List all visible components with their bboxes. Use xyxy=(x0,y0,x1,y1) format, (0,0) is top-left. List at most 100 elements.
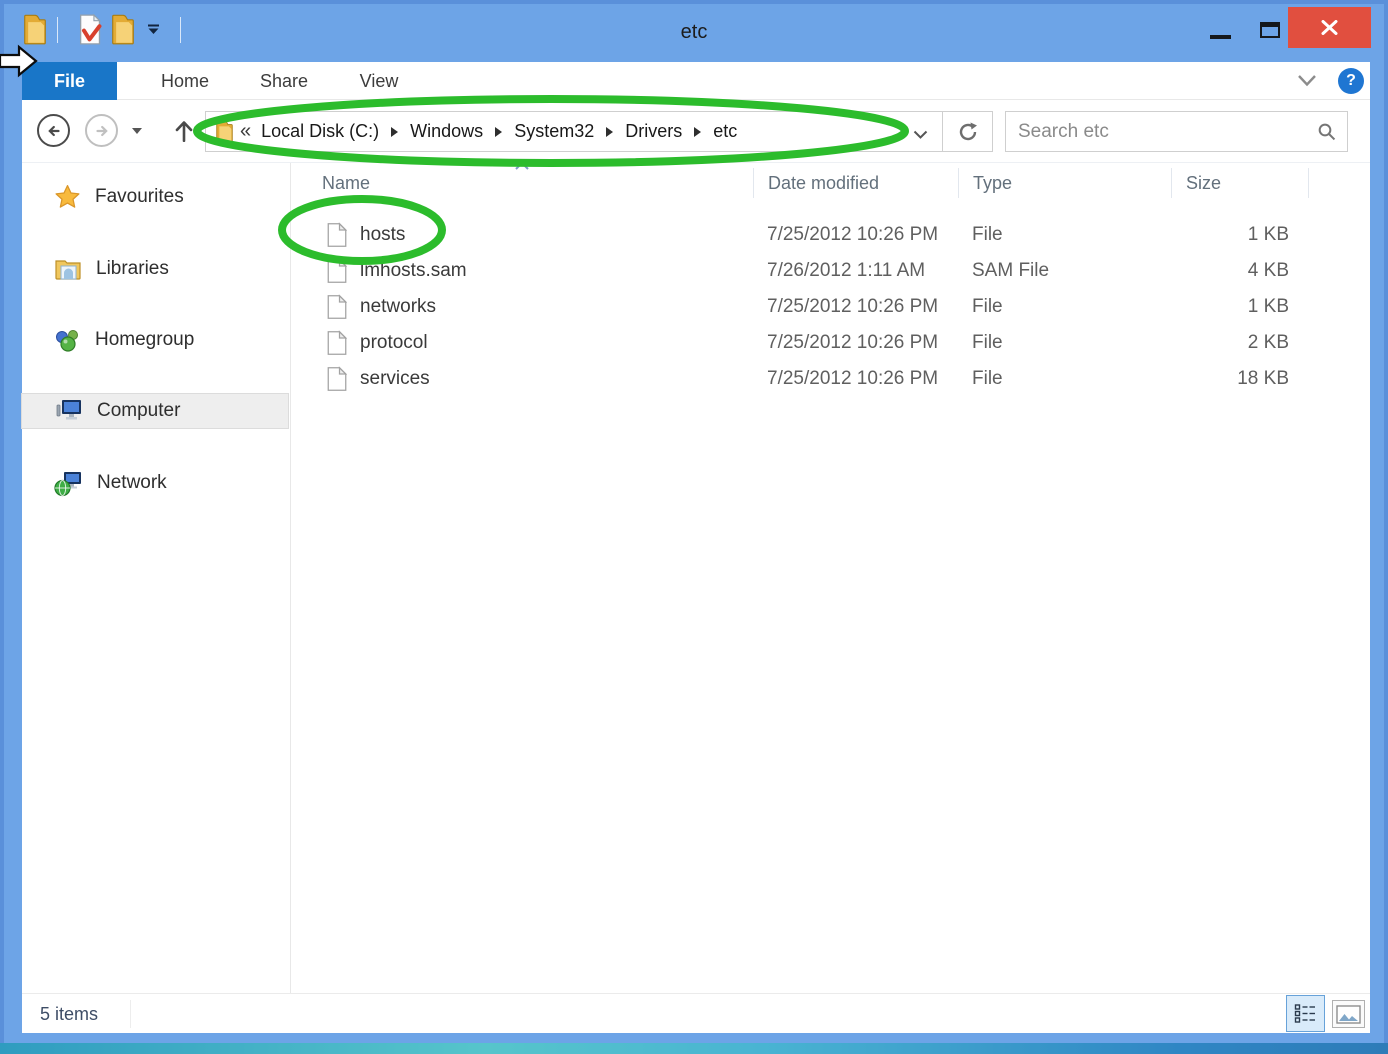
sidebar-item-label: Favourites xyxy=(95,186,184,208)
sidebar-item-favourites[interactable]: Favourites xyxy=(22,180,288,214)
file-name: networks xyxy=(360,296,436,318)
sidebar-item-libraries[interactable]: Libraries xyxy=(22,252,288,286)
file-icon xyxy=(327,330,347,356)
column-header-name[interactable]: Name xyxy=(322,168,753,198)
sidebar-item-label: Network xyxy=(97,472,167,494)
maximize-button[interactable] xyxy=(1260,22,1280,38)
file-date: 7/25/2012 10:26 PM xyxy=(753,332,958,354)
file-icon xyxy=(327,258,347,284)
search-icon[interactable] xyxy=(1317,122,1337,147)
thumbnail-view-button[interactable] xyxy=(1332,1000,1365,1028)
star-icon xyxy=(54,184,81,210)
address-dropdown-button[interactable] xyxy=(913,127,928,145)
close-button[interactable] xyxy=(1288,7,1371,48)
file-date: 7/25/2012 10:26 PM xyxy=(753,368,958,390)
arrow-right-icon xyxy=(93,122,111,140)
folder-icon xyxy=(215,119,234,144)
close-icon xyxy=(1321,20,1338,35)
file-type: File xyxy=(958,368,1171,390)
tab-share[interactable]: Share xyxy=(238,62,330,100)
main-area: Favourites Libraries Homegroup xyxy=(22,163,1370,993)
file-name: protocol xyxy=(360,332,428,354)
libraries-icon xyxy=(54,257,82,281)
column-header-type[interactable]: Type xyxy=(958,168,1171,198)
breadcrumb-segment-drivers[interactable]: Drivers xyxy=(625,121,682,142)
file-icon xyxy=(327,222,347,248)
breadcrumb-overflow-glyph[interactable]: « xyxy=(240,120,251,143)
breadcrumb-segment-etc[interactable]: etc xyxy=(713,121,737,142)
tab-view[interactable]: View xyxy=(334,62,424,100)
refresh-button[interactable] xyxy=(943,111,993,152)
sidebar-item-homegroup[interactable]: Homegroup xyxy=(22,323,288,357)
file-size: 1 KB xyxy=(1171,296,1309,318)
chevron-down-icon xyxy=(913,130,928,140)
table-row[interactable]: hosts 7/25/2012 10:26 PM File 1 KB xyxy=(322,217,1331,253)
tab-home[interactable]: Home xyxy=(140,62,230,100)
ribbon-tab-row: File Home Share View ? xyxy=(22,62,1370,100)
column-header-row: Name Date modified Type Size xyxy=(322,168,1331,198)
file-size: 18 KB xyxy=(1171,368,1309,390)
sidebar-item-label: Libraries xyxy=(96,258,169,280)
refresh-icon xyxy=(957,121,979,143)
table-row[interactable]: services 7/25/2012 10:26 PM File 18 KB xyxy=(322,361,1331,397)
recent-locations-button[interactable] xyxy=(132,128,142,134)
help-glyph: ? xyxy=(1346,72,1356,90)
column-header-size[interactable]: Size xyxy=(1171,168,1309,198)
chevron-down-icon xyxy=(1297,74,1317,87)
file-date: 7/25/2012 10:26 PM xyxy=(753,296,958,318)
file-type: File xyxy=(958,332,1171,354)
breadcrumb-separator-icon xyxy=(495,127,502,137)
window-title: etc xyxy=(0,21,1388,44)
breadcrumb-segment-local-disk[interactable]: Local Disk (C:) xyxy=(261,121,379,142)
breadcrumb-separator-icon xyxy=(694,127,701,137)
minimize-button[interactable] xyxy=(1210,35,1231,39)
file-name: hosts xyxy=(360,224,405,246)
file-name: lmhosts.sam xyxy=(360,260,467,282)
file-date: 7/25/2012 10:26 PM xyxy=(753,224,958,246)
file-date: 7/26/2012 1:11 AM xyxy=(753,260,958,282)
arrow-left-icon xyxy=(45,122,63,140)
arrow-up-icon xyxy=(172,118,196,144)
status-separator xyxy=(130,1000,131,1028)
file-size: 1 KB xyxy=(1171,224,1309,246)
breadcrumb-separator-icon xyxy=(391,127,398,137)
details-view-icon xyxy=(1294,1003,1317,1024)
table-row[interactable]: networks 7/25/2012 10:26 PM File 1 KB xyxy=(322,289,1331,325)
table-row[interactable]: protocol 7/25/2012 10:26 PM File 2 KB xyxy=(322,325,1331,361)
chevron-down-icon xyxy=(132,128,142,134)
items-count: 5 items xyxy=(40,994,98,1034)
file-type: File xyxy=(958,224,1171,246)
tab-file[interactable]: File xyxy=(22,62,117,100)
sidebar-item-label: Computer xyxy=(97,400,180,422)
file-icon xyxy=(327,366,347,392)
forward-button[interactable] xyxy=(85,114,118,147)
breadcrumb-segment-system32[interactable]: System32 xyxy=(514,121,594,142)
breadcrumb-segment-windows[interactable]: Windows xyxy=(410,121,483,142)
search-box xyxy=(1005,111,1348,152)
thumbnail-view-icon xyxy=(1336,1005,1361,1024)
sidebar-item-network[interactable]: Network xyxy=(22,466,288,500)
table-row[interactable]: lmhosts.sam 7/26/2012 1:11 AM SAM File 4… xyxy=(322,253,1331,289)
file-icon xyxy=(327,294,347,320)
address-row: « Local Disk (C:) Windows System32 Drive… xyxy=(22,100,1370,163)
file-size: 4 KB xyxy=(1171,260,1309,282)
breadcrumb-separator-icon xyxy=(606,127,613,137)
sidebar-item-computer[interactable]: Computer xyxy=(22,394,288,428)
sidebar-divider xyxy=(290,163,291,993)
column-header-date-modified[interactable]: Date modified xyxy=(753,168,958,198)
status-bar: 5 items xyxy=(22,993,1370,1033)
screenshot-root: etc File Home Share View ? xyxy=(0,0,1388,1054)
homegroup-icon xyxy=(54,327,81,354)
details-view-button[interactable] xyxy=(1286,995,1325,1032)
search-input[interactable] xyxy=(1006,112,1347,151)
address-bar[interactable]: « Local Disk (C:) Windows System32 Drive… xyxy=(205,111,943,152)
up-button[interactable] xyxy=(172,118,196,149)
titlebar: etc xyxy=(0,0,1388,62)
desktop-background xyxy=(0,1043,1388,1054)
network-icon xyxy=(54,470,83,497)
back-button[interactable] xyxy=(37,114,70,147)
help-button[interactable]: ? xyxy=(1338,68,1364,94)
ribbon-collapse-button[interactable] xyxy=(1297,74,1317,92)
file-type: SAM File xyxy=(958,260,1171,282)
file-type: File xyxy=(958,296,1171,318)
